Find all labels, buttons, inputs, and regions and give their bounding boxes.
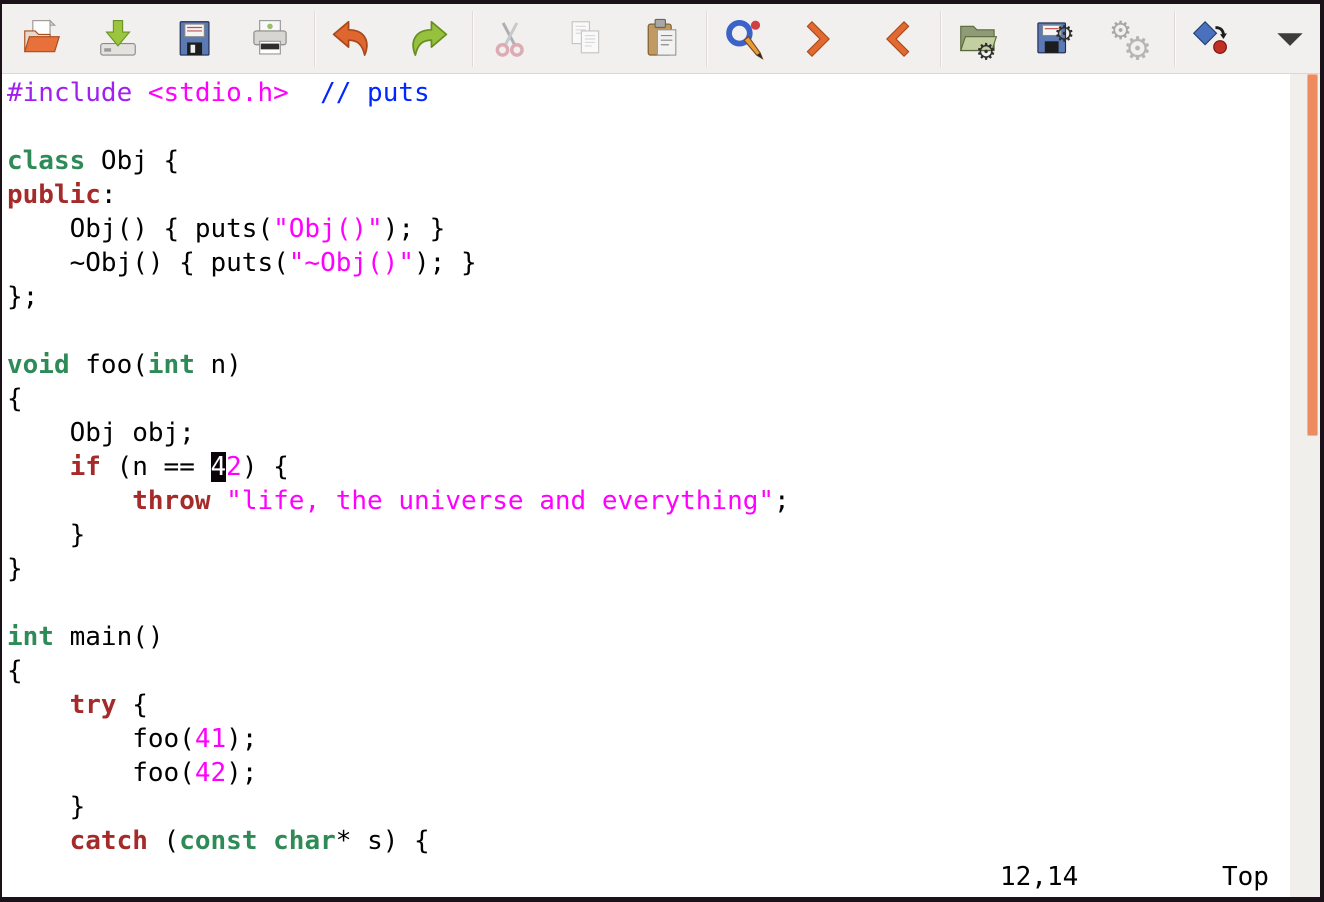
code-line: catch (const char* s) { [7,824,1290,858]
overflow-menu-icon [1267,16,1313,62]
code-line: { [7,382,1290,416]
save-all-icon [171,16,217,62]
code-line: foo(42); [7,756,1290,790]
ruler-scroll-position: Top [1222,860,1269,894]
load-session-button[interactable]: ⚙ [946,8,1010,70]
code-line: class Obj { [7,144,1290,178]
undo-icon [329,16,375,62]
code-line: int main() [7,620,1290,654]
load-session-icon: ⚙ [955,16,1001,62]
open-button[interactable] [10,8,74,70]
code-line [7,314,1290,348]
code-line: }; [7,280,1290,314]
text-editor-area[interactable]: #include <stdio.h> // puts class Obj {pub… [2,74,1290,897]
code-line: } [7,552,1290,586]
find-replace-button[interactable] [712,8,776,70]
save-session-button[interactable]: ⚙ [1022,8,1086,70]
find-next-icon [797,16,843,62]
build-tags-button[interactable] [1180,8,1244,70]
undo-button[interactable] [320,8,384,70]
run-script-button[interactable]: ⚙⚙ [1098,8,1162,70]
save-session-icon: ⚙ [1031,16,1077,62]
save-button[interactable] [86,8,150,70]
code-line: throw "life, the universe and everything… [7,484,1290,518]
paste-icon [639,16,685,62]
print-icon [247,16,293,62]
svg-text:⚙: ⚙ [1054,21,1075,47]
cut-icon [487,16,533,62]
status-line: "test01_stack_unwind.cpp" 26L, 339C 12,1… [7,860,1290,894]
code-line: Obj obj; [7,416,1290,450]
code-line: if (n == 42) { [7,450,1290,484]
code-line: public: [7,178,1290,212]
code-line [7,110,1290,144]
code-line [7,586,1290,620]
ruler-cursor-position: 12,14 [1000,860,1078,894]
toolbar-separator [706,11,708,67]
paste-button[interactable] [630,8,694,70]
find-prev-button[interactable] [864,8,928,70]
toolbar-separator [472,11,474,67]
code-line: } [7,518,1290,552]
code-line: { [7,654,1290,688]
find-replace-icon [721,16,767,62]
code-line: } [7,790,1290,824]
find-prev-icon [873,16,919,62]
text-cursor: 4 [211,452,227,482]
copy-button[interactable] [554,8,618,70]
main-area: #include <stdio.h> // puts class Obj {pub… [2,74,1320,897]
file-info: "test01_stack_unwind.cpp" 26L, 339C [132,896,680,897]
scrollbar-thumb[interactable] [1307,74,1318,436]
save-all-button[interactable] [162,8,226,70]
code-line: foo(41); [7,722,1290,756]
code-line: try { [7,688,1290,722]
vertical-scrollbar[interactable] [1290,74,1320,897]
find-next-button[interactable] [788,8,852,70]
overflow-menu-button[interactable] [1266,8,1314,70]
toolbar: ⚙⚙⚙⚙ [2,4,1320,74]
code-line: #include <stdio.h> // puts [7,76,1290,110]
svg-text:⚙: ⚙ [1123,29,1152,61]
code-line: ~Obj() { puts("~Obj()"); } [7,246,1290,280]
cut-button[interactable] [478,8,542,70]
code-line: Obj() { puts("Obj()"); } [7,212,1290,246]
run-script-icon: ⚙⚙ [1107,16,1153,62]
redo-icon [405,16,451,62]
code-line: void foo(int n) [7,348,1290,382]
toolbar-separator [940,11,942,67]
build-tags-icon [1189,16,1235,62]
toolbar-separator [1174,11,1176,67]
toolbar-separator [314,11,316,67]
gvim-window: ⚙⚙⚙⚙ #include <stdio.h> // putsclass Obj… [0,0,1324,902]
svg-text:⚙: ⚙ [976,39,997,61]
save-icon [95,16,141,62]
print-button[interactable] [238,8,302,70]
redo-button[interactable] [396,8,460,70]
copy-icon [563,16,609,62]
open-icon [19,16,65,62]
